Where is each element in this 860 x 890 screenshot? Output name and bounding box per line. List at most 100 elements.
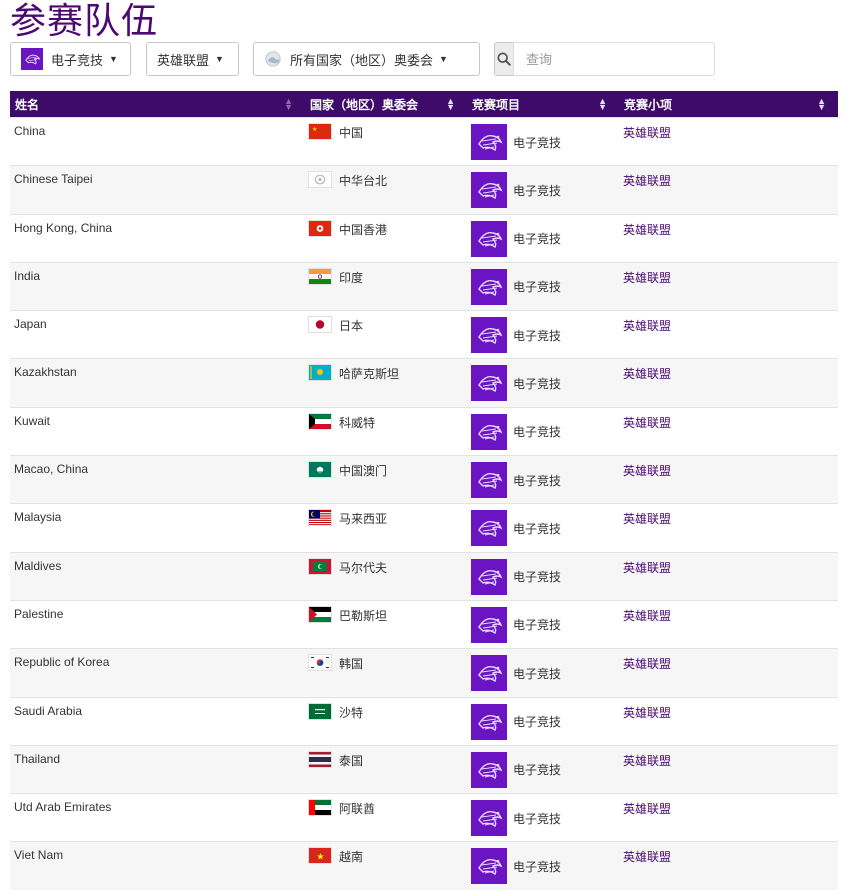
team-name: Malaysia [14, 510, 61, 524]
cell-sport: 电子竞技 [467, 697, 619, 745]
sport-name: 电子竞技 [513, 375, 561, 392]
esports-icon [21, 48, 43, 70]
sport-wrap: 电子竞技 [471, 704, 615, 740]
header-sport[interactable]: 竞赛项目 ▲▼ [467, 91, 619, 118]
header-name[interactable]: 姓名 ▲▼ [10, 91, 305, 118]
noc-name: 马来西亚 [339, 510, 387, 527]
event-link[interactable]: 英雄联盟 [623, 319, 671, 333]
event-link[interactable]: 英雄联盟 [623, 512, 671, 526]
event-link[interactable]: 英雄联盟 [623, 416, 671, 430]
flag-icon-kuwait [309, 414, 331, 429]
search-input[interactable] [513, 42, 715, 76]
esports-icon [471, 414, 507, 450]
cell-name: Malaysia [10, 504, 305, 552]
cell-name: Viet Nam [10, 842, 305, 890]
page-title: 参赛队伍 [10, 2, 158, 42]
cell-event: 英雄联盟 [619, 649, 838, 697]
cell-sport: 电子竞技 [467, 600, 619, 648]
esports-icon [471, 317, 507, 353]
event-dropdown-label: 英雄联盟 [157, 50, 209, 69]
cell-event: 英雄联盟 [619, 794, 838, 842]
event-link[interactable]: 英雄联盟 [623, 223, 671, 237]
globe-icon [264, 50, 282, 68]
table-row: Utd Arab Emirates 阿联酋 电子竞技 英雄联盟 [10, 794, 838, 842]
page: 参赛队伍 电子竞技 ▼ 英雄联盟 ▼ 所有国家（地区）奥委会 ▼ [0, 0, 860, 888]
table-row: India 印度 电子竞技 英雄联盟 [10, 262, 838, 310]
noc-name: 阿联酋 [339, 800, 375, 817]
noc-name: 泰国 [339, 752, 363, 769]
sport-wrap: 电子竞技 [471, 365, 615, 401]
sport-wrap: 电子竞技 [471, 752, 615, 788]
team-name: Viet Nam [14, 848, 63, 862]
cell-name: Saudi Arabia [10, 697, 305, 745]
event-link[interactable]: 英雄联盟 [623, 609, 671, 623]
event-dropdown[interactable]: 英雄联盟 ▼ [146, 42, 239, 76]
cell-name: Kazakhstan [10, 359, 305, 407]
flag-icon-macao [309, 462, 331, 477]
event-link[interactable]: 英雄联盟 [623, 850, 671, 864]
sport-name: 电子竞技 [513, 134, 561, 151]
event-link[interactable]: 英雄联盟 [623, 754, 671, 768]
header-event[interactable]: 竞赛小项 ▲▼ [619, 91, 838, 118]
noc-wrap: 泰国 [309, 752, 463, 769]
noc-wrap: 沙特 [309, 704, 463, 721]
team-name: Thailand [14, 752, 60, 766]
cell-sport: 电子竞技 [467, 745, 619, 793]
table-row: Kazakhstan 哈萨克斯坦 电子竞技 英雄联盟 [10, 359, 838, 407]
table-row: Japan 日本 电子竞技 英雄联盟 [10, 311, 838, 359]
event-link[interactable]: 英雄联盟 [623, 367, 671, 381]
event-link[interactable]: 英雄联盟 [623, 174, 671, 188]
cell-sport: 电子竞技 [467, 649, 619, 697]
cell-noc: 巴勒斯坦 [305, 600, 467, 648]
noc-name: 哈萨克斯坦 [339, 365, 399, 382]
sport-wrap: 电子竞技 [471, 848, 615, 884]
esports-icon [471, 221, 507, 257]
event-link[interactable]: 英雄联盟 [623, 657, 671, 671]
event-link[interactable]: 英雄联盟 [623, 464, 671, 478]
table-row: China ★ 中国 电子竞技 英雄联盟 [10, 118, 838, 166]
flag-icon-uae [309, 800, 331, 815]
noc-name: 沙特 [339, 704, 363, 721]
noc-name: 科威特 [339, 414, 375, 431]
sport-name: 电子竞技 [513, 761, 561, 778]
flag-icon-palestine [309, 607, 331, 622]
noc-name: 印度 [339, 269, 363, 286]
cell-noc: 科威特 [305, 407, 467, 455]
event-link[interactable]: 英雄联盟 [623, 126, 671, 140]
flag-icon-india [309, 269, 331, 284]
search-button[interactable] [494, 42, 513, 76]
esports-icon [471, 462, 507, 498]
esports-icon [471, 172, 507, 208]
team-name: Kuwait [14, 414, 50, 428]
noc-name: 马尔代夫 [339, 559, 387, 576]
flag-icon-tpe [309, 172, 331, 187]
header-name-label: 姓名 [15, 98, 39, 112]
cell-name: India [10, 262, 305, 310]
table-header-row: 姓名 ▲▼ 国家（地区）奥委会 ▲▼ 竞赛项目 ▲▼ 竞赛小项 ▲▼ [10, 91, 838, 118]
noc-name: 越南 [339, 848, 363, 865]
noc-wrap: 阿联酋 [309, 800, 463, 817]
noc-dropdown[interactable]: 所有国家（地区）奥委会 ▼ [253, 42, 480, 76]
cell-noc: 中国香港 [305, 214, 467, 262]
event-link[interactable]: 英雄联盟 [623, 706, 671, 720]
noc-wrap: 中国澳门 [309, 462, 463, 479]
sport-name: 电子竞技 [513, 230, 561, 247]
event-link[interactable]: 英雄联盟 [623, 802, 671, 816]
flag-icon-saudi [309, 704, 331, 719]
event-link[interactable]: 英雄联盟 [623, 271, 671, 285]
sport-name: 电子竞技 [513, 568, 561, 585]
cell-event: 英雄联盟 [619, 504, 838, 552]
noc-wrap: 马尔代夫 [309, 559, 463, 576]
sport-dropdown[interactable]: 电子竞技 ▼ [10, 42, 131, 76]
header-noc[interactable]: 国家（地区）奥委会 ▲▼ [305, 91, 467, 118]
cell-name: Thailand [10, 745, 305, 793]
noc-wrap: 中华台北 [309, 172, 463, 189]
teams-table: 姓名 ▲▼ 国家（地区）奥委会 ▲▼ 竞赛项目 ▲▼ 竞赛小项 ▲▼ Chin [10, 91, 838, 890]
noc-name: 巴勒斯坦 [339, 607, 387, 624]
event-link[interactable]: 英雄联盟 [623, 561, 671, 575]
header-noc-label: 国家（地区）奥委会 [310, 98, 418, 112]
sport-wrap: 电子竞技 [471, 559, 615, 595]
search-box [494, 42, 715, 76]
flag-icon-japan [309, 317, 331, 332]
header-event-label: 竞赛小项 [624, 98, 672, 112]
